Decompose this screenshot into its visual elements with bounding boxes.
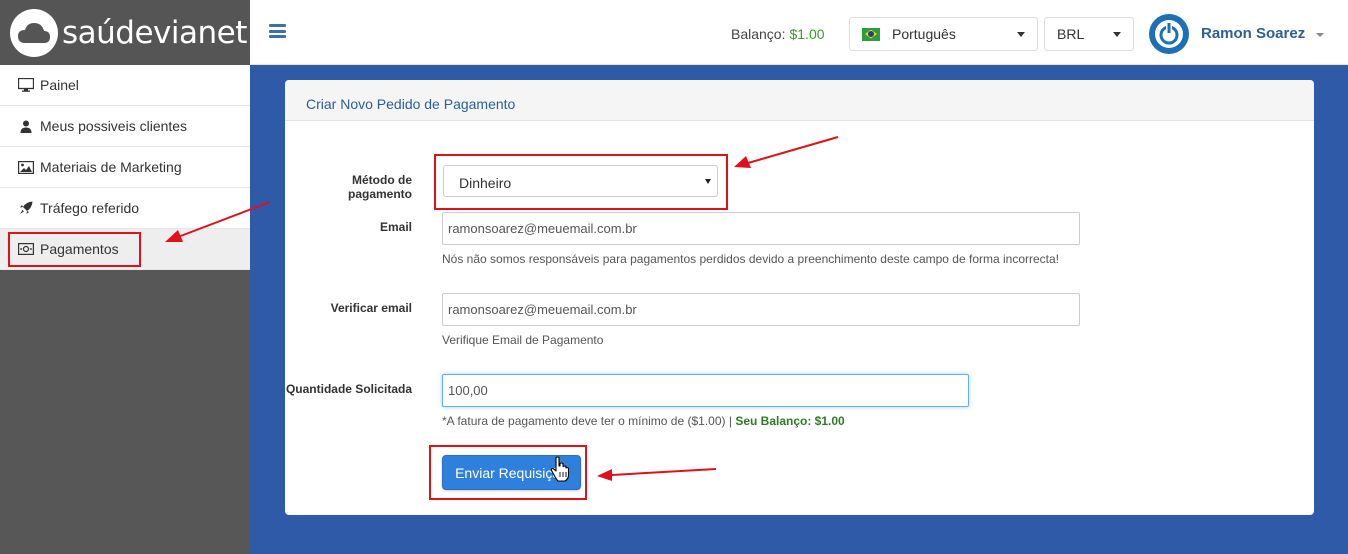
annotation-highlight-pagamentos bbox=[8, 232, 141, 267]
top-bar: Balanço: $1.00 Português BRL Ramon Soarez bbox=[250, 0, 1348, 65]
power-icon bbox=[1150, 15, 1188, 53]
method-label: Método de pagamento bbox=[347, 173, 412, 201]
header-balance: Balanço: $1.00 bbox=[731, 26, 825, 42]
chevron-down-icon bbox=[1113, 32, 1121, 37]
user-icon bbox=[18, 119, 34, 133]
verify-email-label: Verificar email bbox=[330, 301, 412, 315]
balance-label: Balanço: bbox=[731, 26, 786, 42]
sidebar-item-trafego[interactable]: Tráfego referido bbox=[0, 188, 250, 229]
rocket-icon bbox=[18, 201, 34, 215]
email-help-text: Nós não somos responsáveis para pagament… bbox=[442, 252, 1060, 266]
cloud-icon bbox=[10, 8, 58, 57]
image-icon bbox=[18, 160, 34, 174]
sidebar-item-label: Meus possiveis clientes bbox=[40, 118, 188, 134]
amount-help-text: *A fatura de pagamento deve ter o mínimo… bbox=[442, 414, 845, 428]
brazil-flag-icon bbox=[862, 27, 880, 41]
user-menu[interactable]: Ramon Soarez bbox=[1201, 25, 1305, 42]
amount-label: Quantidade Solicitada bbox=[285, 382, 412, 396]
sidebar-item-label: Tráfego referido bbox=[40, 200, 140, 216]
sidebar-item-label: Materiais de Marketing bbox=[40, 159, 182, 175]
minimum-invoice-note: *A fatura de pagamento deve ter o mínimo… bbox=[442, 414, 732, 428]
language-value: Português bbox=[892, 26, 956, 42]
currency-select[interactable]: BRL bbox=[1044, 17, 1134, 51]
brand-logo[interactable]: saúdevianet bbox=[0, 0, 250, 65]
amount-field[interactable] bbox=[442, 374, 969, 407]
verify-email-field[interactable] bbox=[442, 293, 1080, 326]
monitor-icon bbox=[18, 78, 34, 92]
balance-value: $1.00 bbox=[789, 26, 825, 42]
language-select[interactable]: Português bbox=[849, 17, 1038, 51]
sidebar-item-clientes[interactable]: Meus possiveis clientes bbox=[0, 106, 250, 147]
email-label: Email bbox=[379, 220, 412, 234]
annotation-highlight-method bbox=[434, 154, 728, 210]
sidebar-item-marketing[interactable]: Materiais de Marketing bbox=[0, 147, 250, 188]
brand-name: saúdevianet bbox=[62, 14, 247, 51]
chevron-down-icon bbox=[1017, 32, 1025, 37]
email-field[interactable] bbox=[442, 212, 1080, 245]
chevron-down-icon[interactable] bbox=[1316, 33, 1324, 37]
menu-toggle-icon[interactable] bbox=[269, 24, 286, 38]
sidebar-item-label: Painel bbox=[40, 77, 79, 93]
sidebar-item-painel[interactable]: Painel bbox=[0, 65, 250, 106]
sidebar: Painel Meus possiveis clientes Materiais… bbox=[0, 65, 250, 554]
avatar[interactable] bbox=[1149, 14, 1189, 54]
currency-value: BRL bbox=[1057, 26, 1085, 42]
annotation-highlight-submit bbox=[429, 445, 587, 500]
panel-title: Criar Novo Pedido de Pagamento bbox=[285, 80, 1314, 121]
verify-email-help-text: Verifique Email de Pagamento bbox=[442, 333, 604, 347]
help-balance-value: Seu Balanço: $1.00 bbox=[735, 414, 845, 428]
